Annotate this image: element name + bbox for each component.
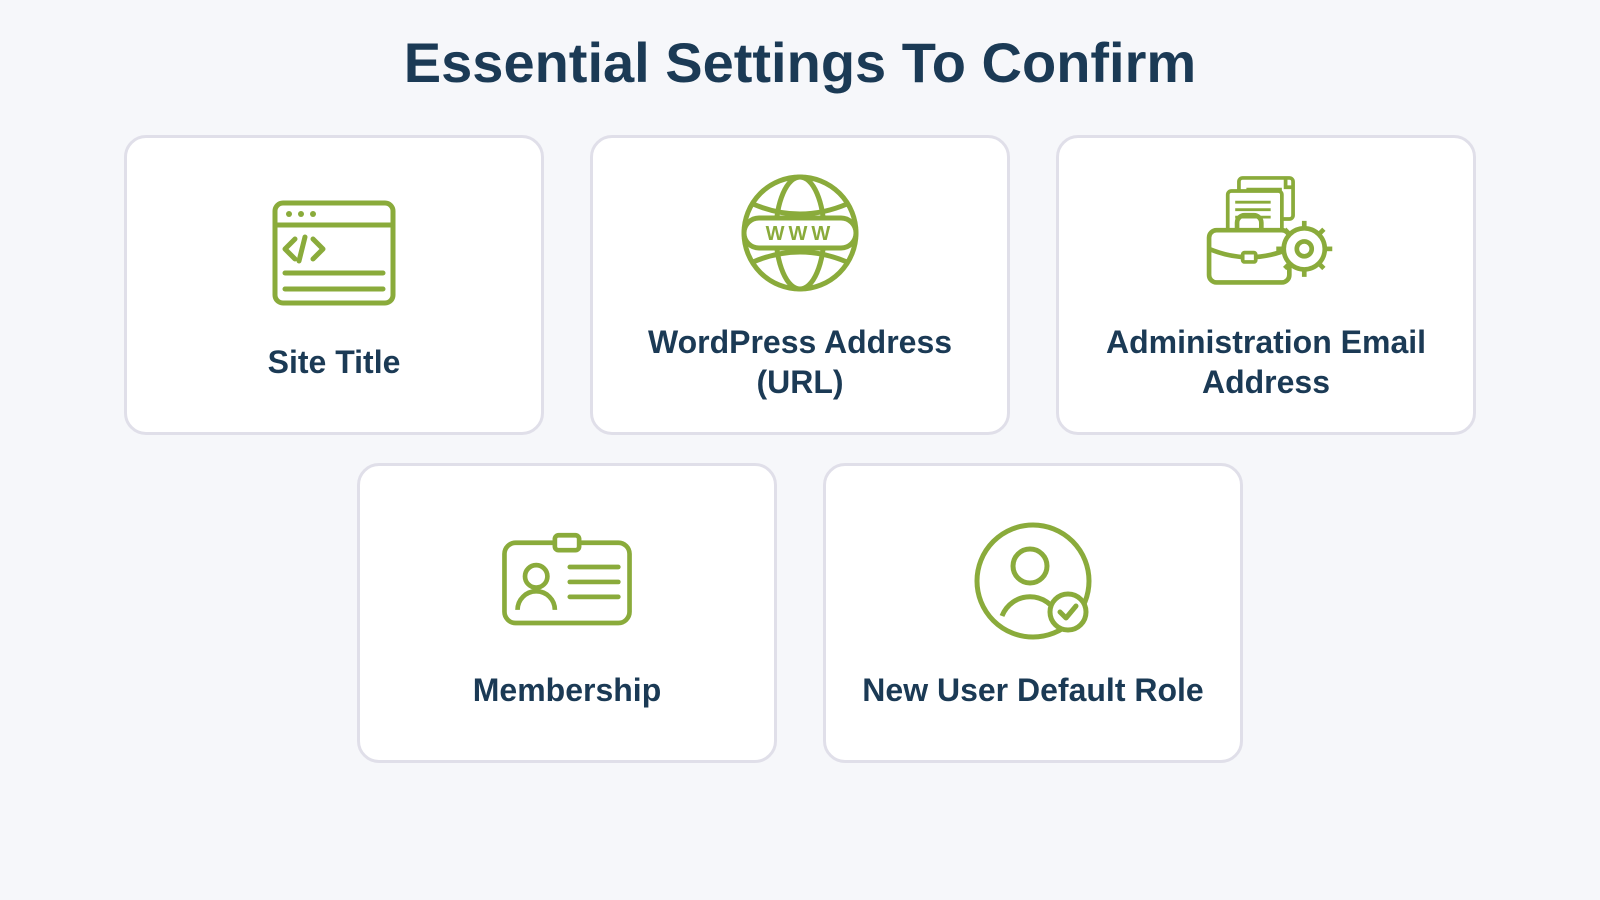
card-new-user-default-role: New User Default Role (823, 463, 1243, 763)
card-label: New User Default Role (862, 670, 1203, 710)
card-wordpress-address: WWW WordPress Address (URL) (590, 135, 1010, 435)
card-label: Membership (473, 670, 661, 710)
user-check-icon (963, 516, 1103, 646)
card-admin-email: Administration Email Address (1056, 135, 1476, 435)
svg-text:WWW: WWW (766, 223, 835, 245)
cards-row-1: Site Title WWW WordPress Address (URL) (70, 135, 1530, 435)
www-globe-icon: WWW (730, 168, 870, 298)
card-label: Site Title (268, 342, 401, 382)
code-window-icon (264, 188, 404, 318)
card-membership: Membership (357, 463, 777, 763)
card-label: Administration Email Address (1087, 322, 1445, 402)
cards-row-2: Membership New User Default Role (70, 463, 1530, 763)
card-label: WordPress Address (URL) (621, 322, 979, 402)
briefcase-gear-icon (1196, 168, 1336, 298)
card-site-title: Site Title (124, 135, 544, 435)
page-title: Essential Settings To Confirm (70, 30, 1530, 95)
diagram-page: Essential Settings To Confirm Site Title (0, 0, 1600, 900)
id-card-icon (497, 516, 637, 646)
